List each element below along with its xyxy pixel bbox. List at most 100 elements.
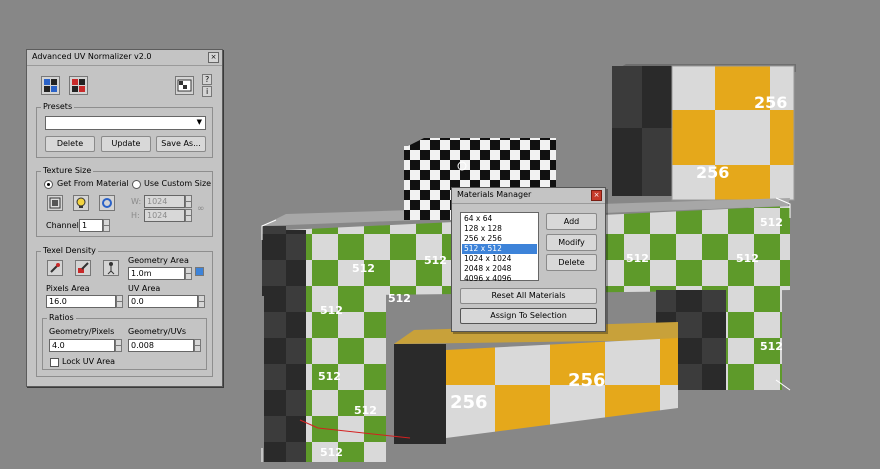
save-as-preset-button[interactable]: Save As... [156, 136, 206, 152]
height-spinner[interactable] [185, 209, 192, 222]
list-item[interactable]: 4096 x 4096 [462, 274, 537, 284]
material-icon [49, 197, 61, 209]
delete-button[interactable]: Delete [546, 254, 597, 271]
geometry-area-pick-button[interactable] [195, 267, 204, 276]
texel-density-label: Texel Density [41, 246, 98, 255]
pixels-area-field[interactable]: 16.0 [46, 295, 116, 308]
uv-normalize-red-icon [72, 79, 85, 92]
height-field[interactable]: 1024 [144, 209, 185, 222]
close-button[interactable]: × [208, 52, 219, 63]
texture-label-512: 512 [388, 292, 411, 305]
reset-all-materials-button[interactable]: Reset All Materials [460, 288, 597, 304]
texture-label-256: 256 [696, 163, 729, 182]
texture-label-512: 512 [626, 252, 649, 265]
lock-uv-area-label: Lock UV Area [62, 357, 116, 366]
geometry-uvs-field[interactable]: 0.008 [128, 339, 194, 352]
scale-density-button[interactable] [103, 260, 119, 276]
ratios-label: Ratios [47, 313, 76, 322]
texture-label-512: 512 [320, 304, 343, 317]
texture-label-512: 512 [352, 262, 375, 275]
info-icon: i [206, 87, 209, 96]
texture-size-label: Texture Size [41, 166, 94, 175]
texture-label-512: 512 [320, 446, 343, 459]
geometry-pixels-spinner[interactable] [115, 339, 122, 352]
materials-manager-dialog: Materials Manager × 64 x 64 128 x 128 25… [451, 187, 606, 332]
list-item[interactable]: 64 x 64 [462, 214, 537, 224]
assign-to-selection-button[interactable]: Assign To Selection [460, 308, 597, 324]
channel-field[interactable]: 1 [79, 219, 103, 232]
delete-preset-button[interactable]: Delete [45, 136, 95, 152]
get-from-material-label: Get From Material [57, 179, 129, 188]
uv-area-field[interactable]: 0.0 [128, 295, 198, 308]
refresh-button[interactable] [99, 195, 115, 211]
update-preset-button[interactable]: Update [101, 136, 151, 152]
uv-area-label: UV Area [128, 284, 161, 293]
panel-title: Advanced UV Normalizer v2.0 [32, 52, 152, 61]
list-item[interactable]: 1024 x 1024 [462, 254, 537, 264]
geometry-area-label: Geometry Area [128, 256, 189, 265]
texture-label-512: 512 [318, 370, 341, 383]
use-custom-size-label: Use Custom Size [144, 179, 212, 188]
eyedropper-icon [50, 263, 60, 273]
lightbulb-icon [76, 197, 86, 208]
get-from-material-radio[interactable] [44, 180, 53, 189]
texture-size-list[interactable]: 64 x 64 128 x 128 256 x 256 512 x 512 10… [460, 212, 539, 284]
normalize-blue-button[interactable] [41, 76, 60, 95]
list-item[interactable]: 128 x 128 [462, 224, 537, 234]
uv-normalize-blue-icon [44, 79, 57, 92]
texture-label-256: 256 [754, 93, 787, 112]
dialog-close-button[interactable]: × [591, 190, 602, 201]
width-label: W: [131, 197, 142, 206]
geometry-pixels-field[interactable]: 4.0 [49, 339, 115, 352]
info-button[interactable]: i [202, 86, 212, 97]
dialog-title: Materials Manager [457, 190, 532, 199]
list-item[interactable]: 256 x 256 [462, 234, 537, 244]
geometry-uvs-spinner[interactable] [194, 339, 201, 352]
geometry-pixels-label: Geometry/Pixels [49, 327, 115, 336]
presets-dropdown[interactable]: ▼ [45, 116, 206, 130]
panel-titlebar[interactable]: Advanced UV Normalizer v2.0 × [27, 50, 222, 66]
height-label: H: [131, 211, 140, 220]
normalize-red-button[interactable] [69, 76, 88, 95]
modify-button[interactable]: Modify [546, 234, 597, 251]
texture-label-512: 512 [736, 252, 759, 265]
geometry-area-field[interactable]: 1.0m [128, 267, 185, 280]
pixels-area-spinner[interactable] [116, 295, 123, 308]
bitmap-pick-button[interactable] [73, 195, 89, 211]
geometry-uvs-label: Geometry/UVs [128, 327, 187, 336]
width-spinner[interactable] [185, 195, 192, 208]
help-icon: ? [205, 75, 210, 84]
cube-front-yellow [672, 66, 794, 200]
texture-label-512: 512 [760, 216, 783, 229]
link-icon: ∞ [197, 204, 205, 214]
dialog-titlebar[interactable]: Materials Manager × [452, 188, 605, 204]
checker-map-button[interactable] [175, 76, 194, 95]
block-yellow-bottom[interactable] [394, 322, 678, 444]
channel-label: Channel: [46, 221, 82, 230]
geometry-area-spinner[interactable] [185, 267, 192, 280]
uv-area-spinner[interactable] [198, 295, 205, 308]
pick-density-button[interactable] [47, 260, 63, 276]
channel-spinner[interactable] [103, 219, 110, 232]
texture-label-256: 256 [450, 392, 488, 413]
texture-label-512: 512 [354, 404, 377, 417]
width-field[interactable]: 1024 [144, 195, 185, 208]
material-pick-button[interactable] [47, 195, 63, 211]
list-item[interactable]: 2048 x 2048 [462, 264, 537, 274]
person-scale-icon [107, 262, 115, 275]
checker-map-icon [177, 79, 192, 92]
uv-normalizer-panel: Advanced UV Normalizer v2.0 × ? i Preset… [26, 49, 223, 387]
help-button[interactable]: ? [202, 74, 212, 85]
refresh-icon [102, 198, 112, 208]
list-item-selected[interactable]: 512 x 512 [462, 244, 537, 254]
add-button[interactable]: Add [546, 213, 597, 230]
use-custom-size-radio[interactable] [132, 180, 141, 189]
set-density-button[interactable] [75, 260, 91, 276]
brush-red-icon [78, 262, 89, 273]
presets-label: Presets [41, 102, 75, 111]
pixels-area-label: Pixels Area [46, 284, 90, 293]
texture-label-512: 512 [424, 254, 447, 267]
texture-label-512: 512 [760, 340, 783, 353]
texture-label-256: 256 [568, 370, 606, 391]
lock-uv-area-checkbox[interactable] [50, 358, 59, 367]
